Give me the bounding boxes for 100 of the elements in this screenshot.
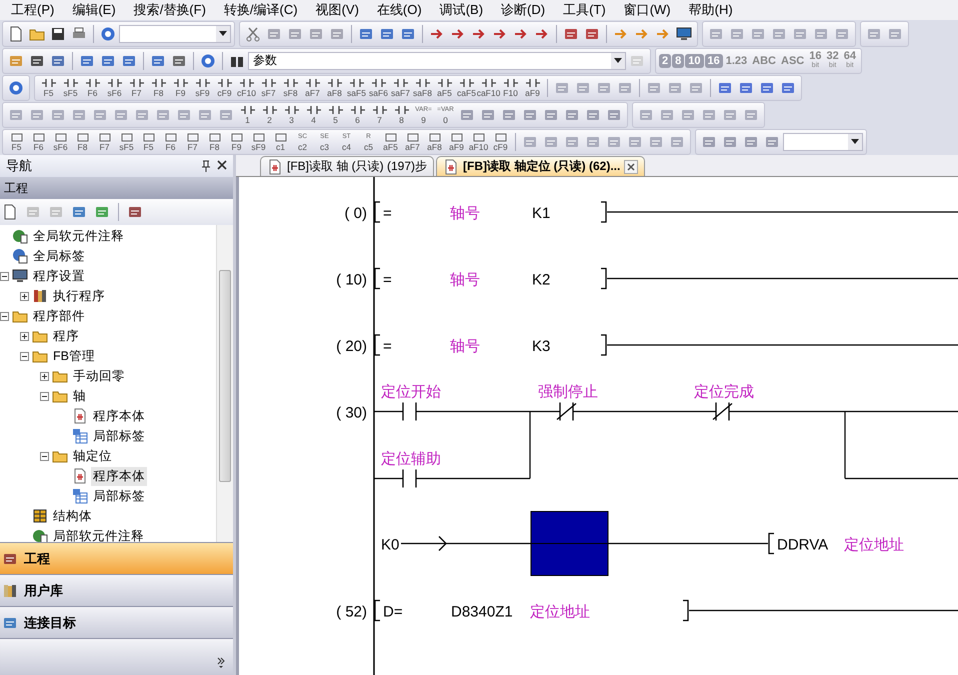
ladder-key-button[interactable]: F8	[72, 130, 93, 154]
view-button[interactable]: 用户库	[0, 574, 233, 606]
menu-item[interactable]: 窗口(W)	[614, 1, 680, 19]
ladder-editor[interactable]: ( 0) = 轴号 K1 ( 10) = 轴号 K2 ( 20) = 轴号 K3 ( 30) 定位开始 强制停止 定位完成 定位辅助 K0 DDRVA 定位地址 ( 52) D= D8340Z1 定位地址	[236, 177, 958, 675]
ladder-key-button[interactable]: saF7	[390, 76, 411, 100]
tree-item[interactable]: 程序设置	[31, 266, 87, 286]
ladder-key-button[interactable]: cF10	[236, 76, 257, 100]
chevron-icon[interactable]	[217, 657, 225, 669]
editor-tab[interactable]: [FB]读取 轴定位 (只读) (62)...	[436, 156, 646, 176]
expander-icon[interactable]	[40, 372, 49, 380]
ladder-key-button[interactable]: sF9	[192, 76, 213, 100]
ladder-key-button[interactable]: aF9	[522, 76, 543, 100]
expander-icon[interactable]	[20, 292, 29, 300]
ladder-key-button[interactable]: F7	[126, 76, 147, 100]
close-icon[interactable]	[624, 160, 638, 174]
editor-tab[interactable]: [FB]读取 轴 (只读) (197)步	[260, 156, 434, 176]
ladder-key-button[interactable]: aF5	[380, 130, 401, 154]
ladder-key-button[interactable]: saF6	[368, 76, 389, 100]
ladder-key-button[interactable]: aF8	[424, 130, 445, 154]
ladder-key-button[interactable]: F5	[138, 130, 159, 154]
ladder-key-button[interactable]: sF7	[258, 76, 279, 100]
display-format-button[interactable]: ABC	[750, 56, 778, 66]
tree-item[interactable]: 手动回零	[71, 366, 127, 386]
menu-item[interactable]: 编辑(E)	[63, 1, 125, 19]
ladder-key-button[interactable]: c1	[270, 130, 291, 154]
ladder-key-button[interactable]: F7	[182, 130, 203, 154]
ladder-key-button[interactable]: sF6	[104, 76, 125, 100]
ladder-key-button[interactable]: sF8	[280, 76, 301, 100]
tree-item[interactable]: 局部标签	[91, 426, 147, 446]
menu-item[interactable]: 工具(T)	[554, 1, 615, 19]
expander-icon[interactable]	[0, 312, 9, 320]
tree-item[interactable]: 局部标签	[91, 486, 147, 506]
menu-item[interactable]: 转换/编译(C)	[214, 1, 307, 19]
expander-icon[interactable]	[40, 452, 49, 460]
ladder-key-button[interactable]: aF10	[468, 130, 489, 154]
tree-item[interactable]: 局部软元件注释	[51, 526, 146, 542]
tree-item[interactable]: 轴	[71, 386, 88, 406]
menu-item[interactable]: 视图(V)	[306, 1, 368, 19]
toolbar-dropdown[interactable]	[119, 24, 231, 42]
ladder-key-button[interactable]: 8	[391, 102, 412, 126]
ladder-key-button[interactable]: F6	[160, 130, 181, 154]
ladder-key-button[interactable]: cF9	[214, 76, 235, 100]
menu-item[interactable]: 搜索/替换(F)	[124, 1, 215, 19]
ladder-key-button[interactable]: F7	[94, 130, 115, 154]
view-button[interactable]: 连接目标	[0, 606, 233, 638]
ladder-key-button[interactable]: sF5	[116, 130, 137, 154]
ladder-key-button[interactable]: 3	[281, 102, 302, 126]
tree-item[interactable]: 程序	[51, 326, 81, 346]
ladder-key-button[interactable]: F8	[148, 76, 169, 100]
tree-item[interactable]: 结构体	[51, 506, 94, 526]
view-button[interactable]: 工程	[0, 542, 233, 574]
tree-item[interactable]: 全局标签	[31, 246, 87, 266]
ladder-key-button[interactable]: caF5	[456, 76, 477, 100]
menu-item[interactable]: 诊断(D)	[492, 1, 554, 19]
ladder-key-button[interactable]: 6	[347, 102, 368, 126]
ladder-key-button[interactable]: F6	[82, 76, 103, 100]
ladder-key-button[interactable]: aF5	[434, 76, 455, 100]
ladder-key-button[interactable]: caF10	[478, 76, 499, 100]
ladder-key-button[interactable]: F6	[28, 130, 49, 154]
ladder-key-button[interactable]: aF8	[324, 76, 345, 100]
ladder-key-button[interactable]: sF6	[50, 130, 71, 154]
close-icon[interactable]	[217, 160, 227, 170]
tree-item[interactable]: 程序本体	[91, 406, 147, 426]
tree-item[interactable]: 程序本体	[91, 466, 147, 486]
tree-item[interactable]: 执行程序	[51, 286, 107, 306]
ladder-key-button[interactable]: F5	[6, 130, 27, 154]
ladder-key-button[interactable]: 4	[303, 102, 324, 126]
ladder-key-button[interactable]: aF9	[446, 130, 467, 154]
ladder-key-button[interactable]: aF7	[302, 76, 323, 100]
menu-item[interactable]: 调试(B)	[430, 1, 492, 19]
tree-item[interactable]: FB管理	[51, 346, 97, 366]
ladder-key-button[interactable]: 5	[325, 102, 346, 126]
ladder-key-button[interactable]: 2	[259, 102, 280, 126]
ladder-key-button[interactable]: F8	[204, 130, 225, 154]
expander-icon[interactable]	[20, 332, 29, 340]
toolbar-dropdown[interactable]: 参数	[248, 52, 626, 70]
ladder-key-button[interactable]: saF8	[412, 76, 433, 100]
ladder-key-button[interactable]: 1	[237, 102, 258, 126]
ladder-key-button[interactable]: F10	[500, 76, 521, 100]
tree-item[interactable]: 轴定位	[71, 446, 114, 466]
ladder-key-button[interactable]: cF9	[490, 130, 511, 154]
ladder-key-button[interactable]: F9	[170, 76, 191, 100]
ladder-key-button[interactable]: F9	[226, 130, 247, 154]
ladder-key-button[interactable]: sF5	[60, 76, 81, 100]
menu-item[interactable]: 工程(P)	[2, 1, 64, 19]
menu-item[interactable]: 帮助(H)	[680, 1, 742, 19]
tree-item[interactable]: 程序部件	[31, 306, 87, 326]
menu-item[interactable]: 在线(O)	[368, 1, 431, 19]
ladder-key-button[interactable]: saF5	[346, 76, 367, 100]
pin-icon[interactable]	[201, 160, 211, 172]
ladder-key-button[interactable]: 7	[369, 102, 390, 126]
expander-icon[interactable]	[0, 272, 9, 280]
toolbar-dropdown[interactable]	[783, 132, 863, 150]
tree-item[interactable]: 全局软元件注释	[31, 226, 126, 246]
scrollbar[interactable]	[216, 225, 233, 542]
expander-icon[interactable]	[20, 352, 29, 360]
expander-icon[interactable]	[40, 392, 49, 400]
ladder-key-button[interactable]: aF7	[402, 130, 423, 154]
ladder-key-button[interactable]: sF9	[248, 130, 269, 154]
ladder-key-button[interactable]: F5	[38, 76, 59, 100]
